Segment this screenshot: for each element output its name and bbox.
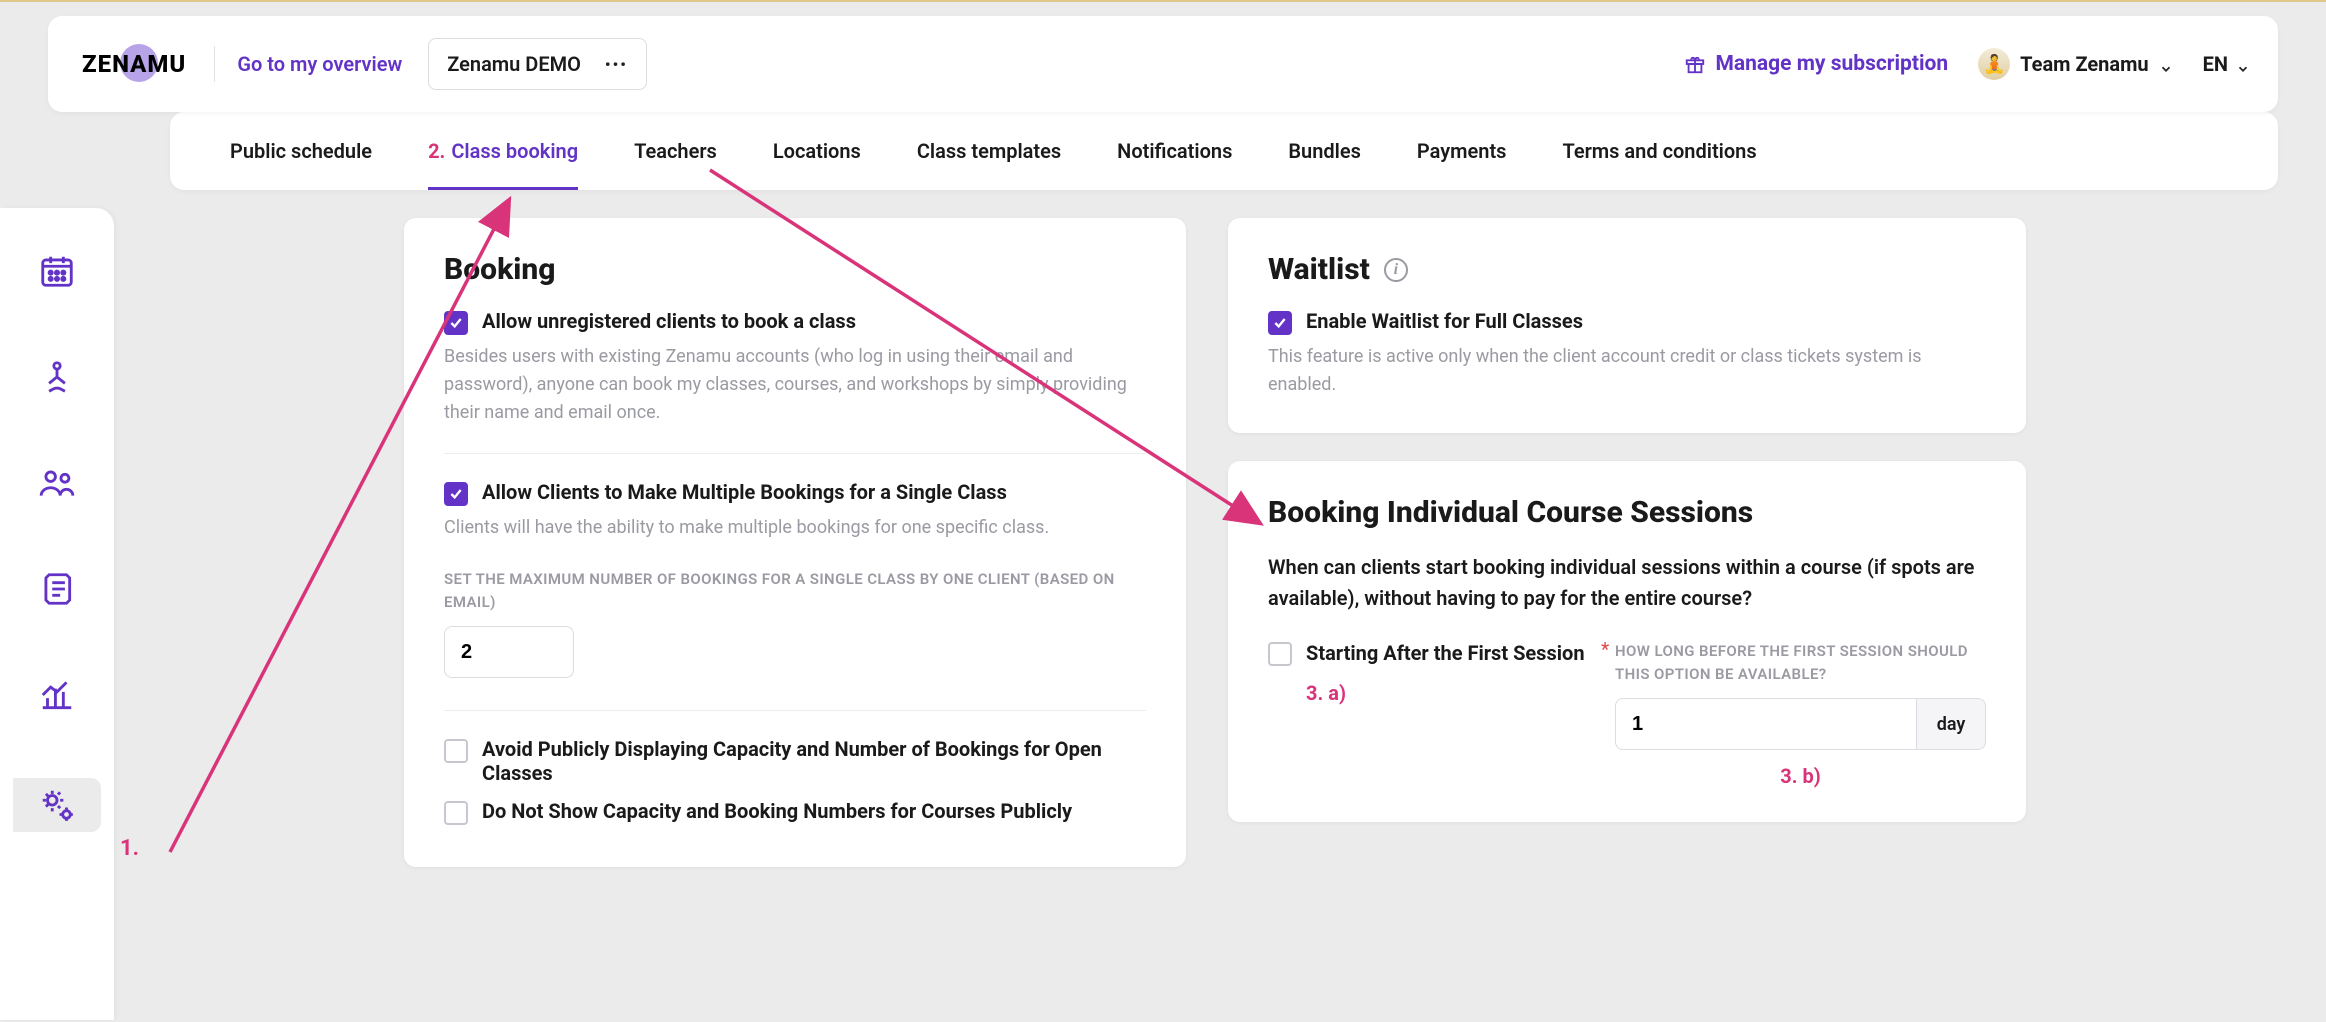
waitlist-description: This feature is active only when the cli… [1268, 343, 1986, 399]
sidebar-item-notes[interactable] [0, 566, 114, 612]
required-indicator: * [1601, 638, 1609, 661]
header: ZENAMU Go to my overview Zenamu DEMO •••… [48, 16, 2278, 112]
people-icon [38, 464, 76, 502]
duration-unit: day [1916, 698, 1986, 750]
booking-title: Booking [444, 252, 1146, 287]
option-label: Allow unregistered clients to book a cla… [482, 309, 856, 333]
option-label: Do Not Show Capacity and Booking Numbers… [482, 799, 1072, 823]
right-column: Waitlist i Enable Waitlist for Full Clas… [1228, 218, 2026, 867]
waitlist-title-text: Waitlist [1268, 252, 1370, 287]
annotation-step-3b: 3. b) [1615, 764, 1986, 788]
sidebar-item-analytics[interactable] [0, 672, 114, 718]
checkbox[interactable] [444, 311, 468, 335]
option-description: Besides users with existing Zenamu accou… [444, 343, 1146, 427]
workspace-select[interactable]: Zenamu DEMO ••• [428, 38, 647, 90]
chart-icon [38, 676, 76, 714]
tab-notifications[interactable]: Notifications [1117, 112, 1232, 190]
option-label: Starting After the First Session [1306, 640, 1585, 667]
yoga-icon [38, 358, 76, 396]
divider [444, 453, 1146, 454]
sidebar-item-people[interactable] [0, 460, 114, 506]
sidebar-item-yoga[interactable] [0, 354, 114, 400]
max-bookings-label: SET THE MAXIMUM NUMBER OF BOOKINGS FOR A… [444, 568, 1146, 615]
subscription-label: Manage my subscription [1716, 52, 1949, 76]
checkbox[interactable] [444, 801, 468, 825]
tab-locations[interactable]: Locations [773, 112, 861, 190]
overview-link[interactable]: Go to my overview [237, 52, 402, 76]
course-sessions-title: Booking Individual Course Sessions [1268, 495, 1986, 530]
divider [444, 710, 1146, 711]
team-label: Team Zenamu [2020, 52, 2148, 76]
option-avoid-capacity[interactable]: Avoid Publicly Displaying Capacity and N… [444, 737, 1146, 785]
waitlist-panel: Waitlist i Enable Waitlist for Full Clas… [1228, 218, 2026, 433]
checkbox[interactable] [1268, 642, 1292, 666]
option-label: Allow Clients to Make Multiple Bookings … [482, 480, 1007, 504]
tab-payments[interactable]: Payments [1417, 112, 1507, 190]
gears-icon [38, 786, 76, 824]
tab-class-booking[interactable]: 2. Class booking [428, 112, 578, 190]
max-bookings-input[interactable] [444, 626, 574, 678]
tab-public-schedule[interactable]: Public schedule [230, 112, 372, 190]
checkbox[interactable] [444, 482, 468, 506]
annotation-step-2: 2. [428, 139, 445, 163]
sidebar [0, 208, 114, 1020]
calendar-icon [38, 252, 76, 290]
more-icon[interactable]: ••• [605, 55, 628, 74]
duration-input-group: day [1615, 698, 1986, 750]
how-long-label: HOW LONG BEFORE THE FIRST SESSION SHOULD… [1615, 640, 1986, 687]
option-enable-waitlist[interactable]: Enable Waitlist for Full Classes [1268, 309, 1986, 335]
avatar: 🧘 [1978, 48, 2010, 80]
manage-subscription-link[interactable]: Manage my subscription [1684, 52, 1949, 76]
gift-icon [1684, 53, 1706, 75]
chevron-down-icon [2159, 57, 2173, 71]
option-allow-unregistered[interactable]: Allow unregistered clients to book a cla… [444, 309, 1146, 335]
option-avoid-course-capacity[interactable]: Do Not Show Capacity and Booking Numbers… [444, 799, 1146, 825]
sidebar-item-calendar[interactable] [0, 248, 114, 294]
option-label: Avoid Publicly Displaying Capacity and N… [482, 737, 1146, 785]
course-sessions-description: When can clients start booking individua… [1268, 552, 1986, 614]
option-description: Clients will have the ability to make mu… [444, 514, 1146, 542]
waitlist-title: Waitlist i [1268, 252, 1986, 287]
sidebar-item-settings[interactable] [13, 778, 101, 832]
tab-teachers[interactable]: Teachers [634, 112, 717, 190]
booking-panel: Booking Allow unregistered clients to bo… [404, 218, 1186, 867]
tab-bundles[interactable]: Bundles [1288, 112, 1361, 190]
annotation-step-1: 1. [120, 836, 139, 861]
content-area: Booking Allow unregistered clients to bo… [404, 218, 2026, 867]
workspace-label: Zenamu DEMO [447, 52, 581, 76]
language-label: EN [2203, 52, 2228, 76]
tabs-bar: Public schedule 2. Class booking Teacher… [170, 112, 2278, 190]
tab-class-booking-label: Class booking [451, 139, 578, 163]
info-icon[interactable]: i [1384, 258, 1408, 282]
team-select[interactable]: 🧘 Team Zenamu [1978, 48, 2172, 80]
course-sessions-panel: Booking Individual Course Sessions When … [1228, 461, 2026, 823]
tab-class-templates[interactable]: Class templates [917, 112, 1061, 190]
logo: ZENAMU [76, 48, 192, 80]
tab-terms[interactable]: Terms and conditions [1562, 112, 1756, 190]
divider [214, 46, 215, 82]
duration-input[interactable] [1615, 698, 1916, 750]
chevron-down-icon [2236, 57, 2250, 71]
checkbox[interactable] [1268, 311, 1292, 335]
option-label: Enable Waitlist for Full Classes [1306, 309, 1583, 333]
notes-icon [38, 570, 76, 608]
option-allow-multiple[interactable]: Allow Clients to Make Multiple Bookings … [444, 480, 1146, 506]
option-start-after-first[interactable]: Starting After the First Session 3. a) [1268, 640, 1595, 705]
language-select[interactable]: EN [2203, 52, 2250, 76]
annotation-step-3a: 3. a) [1306, 681, 1585, 705]
checkbox[interactable] [444, 739, 468, 763]
